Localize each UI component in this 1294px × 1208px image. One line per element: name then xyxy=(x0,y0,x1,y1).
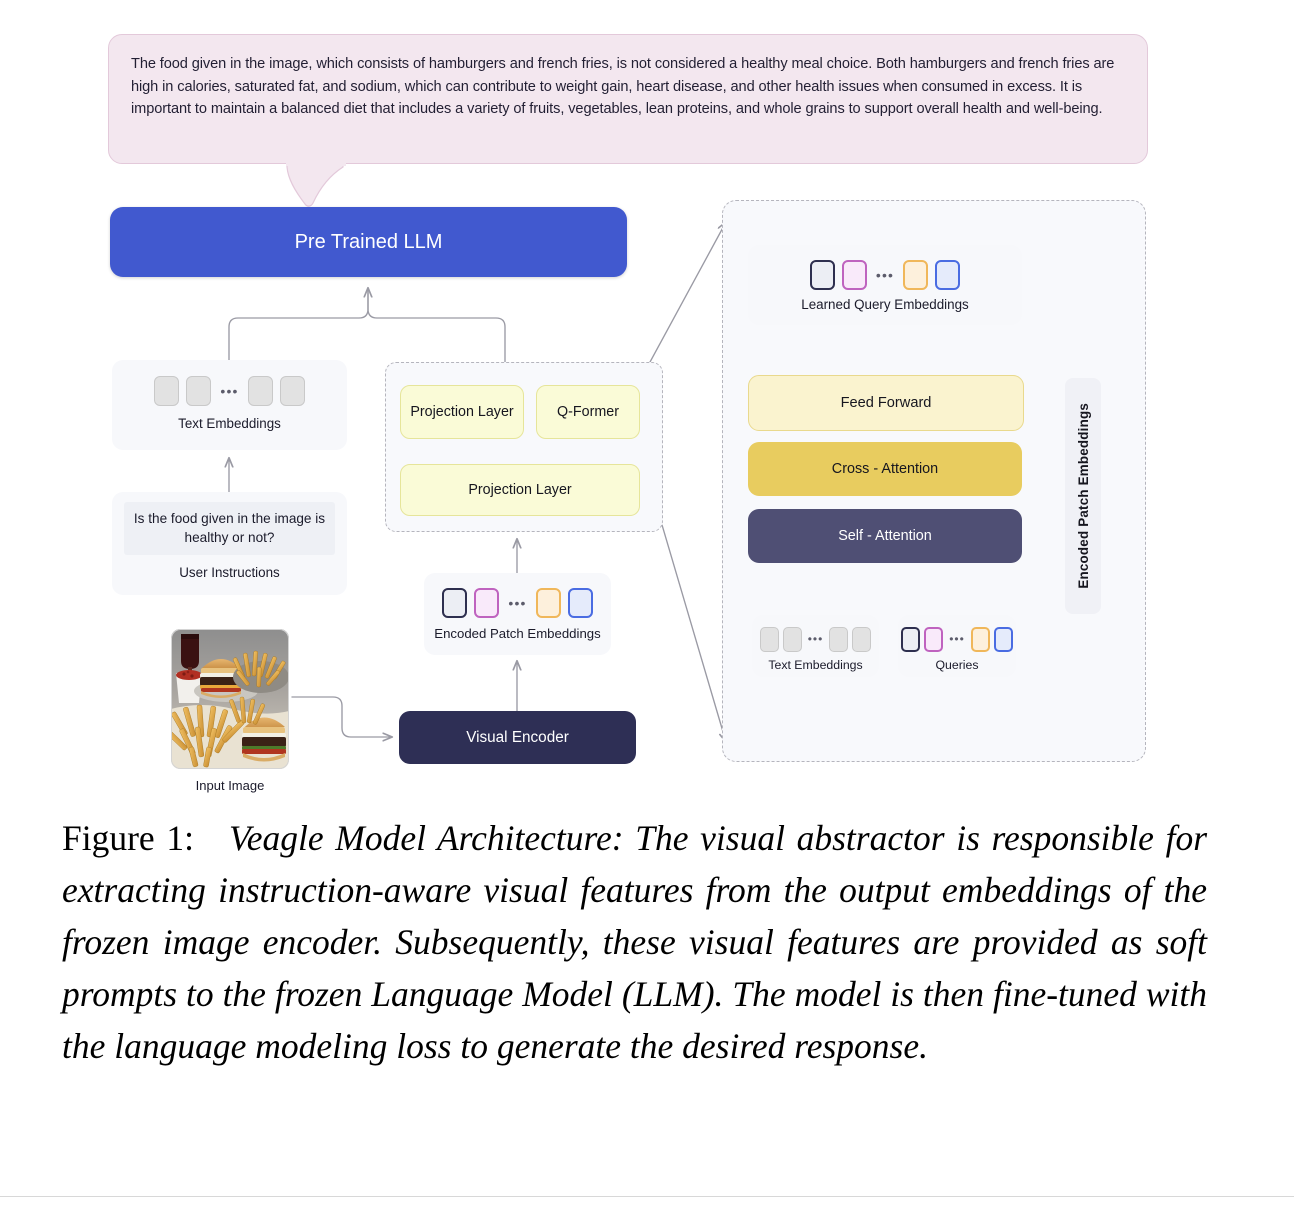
page-divider xyxy=(0,1196,1294,1197)
patch-embeddings-chips: ••• xyxy=(424,573,611,626)
encoded-patch-embeddings-label: Encoded Patch Embeddings xyxy=(434,626,601,641)
figure-caption-label: Figure 1: xyxy=(62,818,194,858)
model-response-bubble: The food given in the image, which consi… xyxy=(108,34,1148,164)
learned-query-embeddings-group: ••• Learned Query Embeddings xyxy=(748,245,1022,325)
visual-encoder-node[interactable]: Visual Encoder xyxy=(399,711,636,764)
embedding-chip-blue xyxy=(993,626,1013,652)
embedding-chip-navy xyxy=(901,626,921,652)
embedding-chip-pink xyxy=(841,260,867,290)
input-image-label: Input Image xyxy=(195,778,265,793)
pre-trained-llm-node[interactable]: Pre Trained LLM xyxy=(110,207,627,277)
input-image-thumbnail xyxy=(171,629,289,769)
embedding-chip-navy xyxy=(809,260,835,290)
embedding-chip xyxy=(279,376,305,406)
learned-query-embeddings-label: Learned Query Embeddings xyxy=(801,297,969,312)
embedding-chip-amber xyxy=(970,626,990,652)
queries-label: Queries xyxy=(935,658,979,672)
text-embeddings-label: Text Embeddings xyxy=(178,416,281,431)
projection-layer-big-node[interactable]: Projection Layer xyxy=(400,464,640,516)
user-prompt-text: Is the food given in the image is health… xyxy=(124,502,335,555)
encoded-patch-embeddings-vertical-label: Encoded Patch Embeddings xyxy=(1075,403,1091,589)
feed-forward-node[interactable]: Feed Forward xyxy=(748,375,1024,431)
embedding-chip-navy xyxy=(442,588,468,618)
cross-attention-node[interactable]: Cross - Attention xyxy=(748,442,1022,496)
figure-caption-text: Veagle Model Architecture: The visual ab… xyxy=(62,818,1208,1066)
text-embeddings-chips: ••• xyxy=(112,360,347,415)
pre-trained-llm-label: Pre Trained LLM xyxy=(294,230,443,253)
ellipsis-icon: ••• xyxy=(508,595,527,611)
q-former-label: Q-Former xyxy=(557,404,619,420)
embedding-chip xyxy=(782,626,802,652)
model-response-text: The food given in the image, which consi… xyxy=(131,56,1115,117)
cross-attention-label: Cross - Attention xyxy=(831,461,939,477)
ellipsis-icon: ••• xyxy=(875,267,895,283)
queries-chips: ••• xyxy=(898,615,1016,658)
text-embeddings-group: ••• Text Embeddings xyxy=(112,360,347,450)
embedding-chip-pink xyxy=(924,626,944,652)
user-instructions-group: Is the food given in the image is health… xyxy=(112,492,347,595)
embedding-chip-amber xyxy=(535,588,561,618)
embedding-chip-blue xyxy=(935,260,961,290)
visual-encoder-label: Visual Encoder xyxy=(466,728,569,746)
queries-group: ••• Queries xyxy=(898,615,1016,677)
embedding-chip-blue xyxy=(567,588,593,618)
self-attention-label: Self - Attention xyxy=(838,528,932,544)
feed-forward-label: Feed Forward xyxy=(840,395,932,411)
q-former-node[interactable]: Q-Former xyxy=(536,385,640,439)
embedding-chip xyxy=(247,376,273,406)
learned-query-chips: ••• xyxy=(748,245,1022,297)
detail-text-embeddings-chips: ••• xyxy=(752,615,879,658)
food-photo-icon xyxy=(171,629,289,769)
embedding-chip xyxy=(759,626,779,652)
figure-canvas: The food given in the image, which consi… xyxy=(0,0,1294,1208)
projection-layer-small-label: Projection Layer xyxy=(410,404,514,420)
projection-layer-small-node[interactable]: Projection Layer xyxy=(400,385,524,439)
detail-text-embeddings-group: ••• Text Embeddings xyxy=(752,615,879,677)
ellipsis-icon: ••• xyxy=(949,632,965,646)
figure-caption: Figure 1: Veagle Model Architecture: The… xyxy=(62,812,1207,1072)
embedding-chip-amber xyxy=(903,260,929,290)
self-attention-node[interactable]: Self - Attention xyxy=(748,509,1022,563)
embedding-chip xyxy=(829,626,849,652)
ellipsis-icon: ••• xyxy=(807,632,824,646)
embedding-chip-pink xyxy=(474,588,500,618)
projection-layer-big-label: Projection Layer xyxy=(468,482,572,498)
bubble-tail-icon xyxy=(286,163,346,207)
encoded-patch-embeddings-group: ••• Encoded Patch Embeddings xyxy=(424,573,611,655)
detail-text-embeddings-label: Text Embeddings xyxy=(768,658,863,672)
embedding-chip xyxy=(154,376,180,406)
embedding-chip xyxy=(852,626,872,652)
user-instructions-label: User Instructions xyxy=(179,565,280,580)
encoded-patch-embeddings-vertical-group: Encoded Patch Embeddings xyxy=(1065,378,1101,614)
embedding-chip xyxy=(186,376,212,406)
ellipsis-icon: ••• xyxy=(220,383,239,399)
